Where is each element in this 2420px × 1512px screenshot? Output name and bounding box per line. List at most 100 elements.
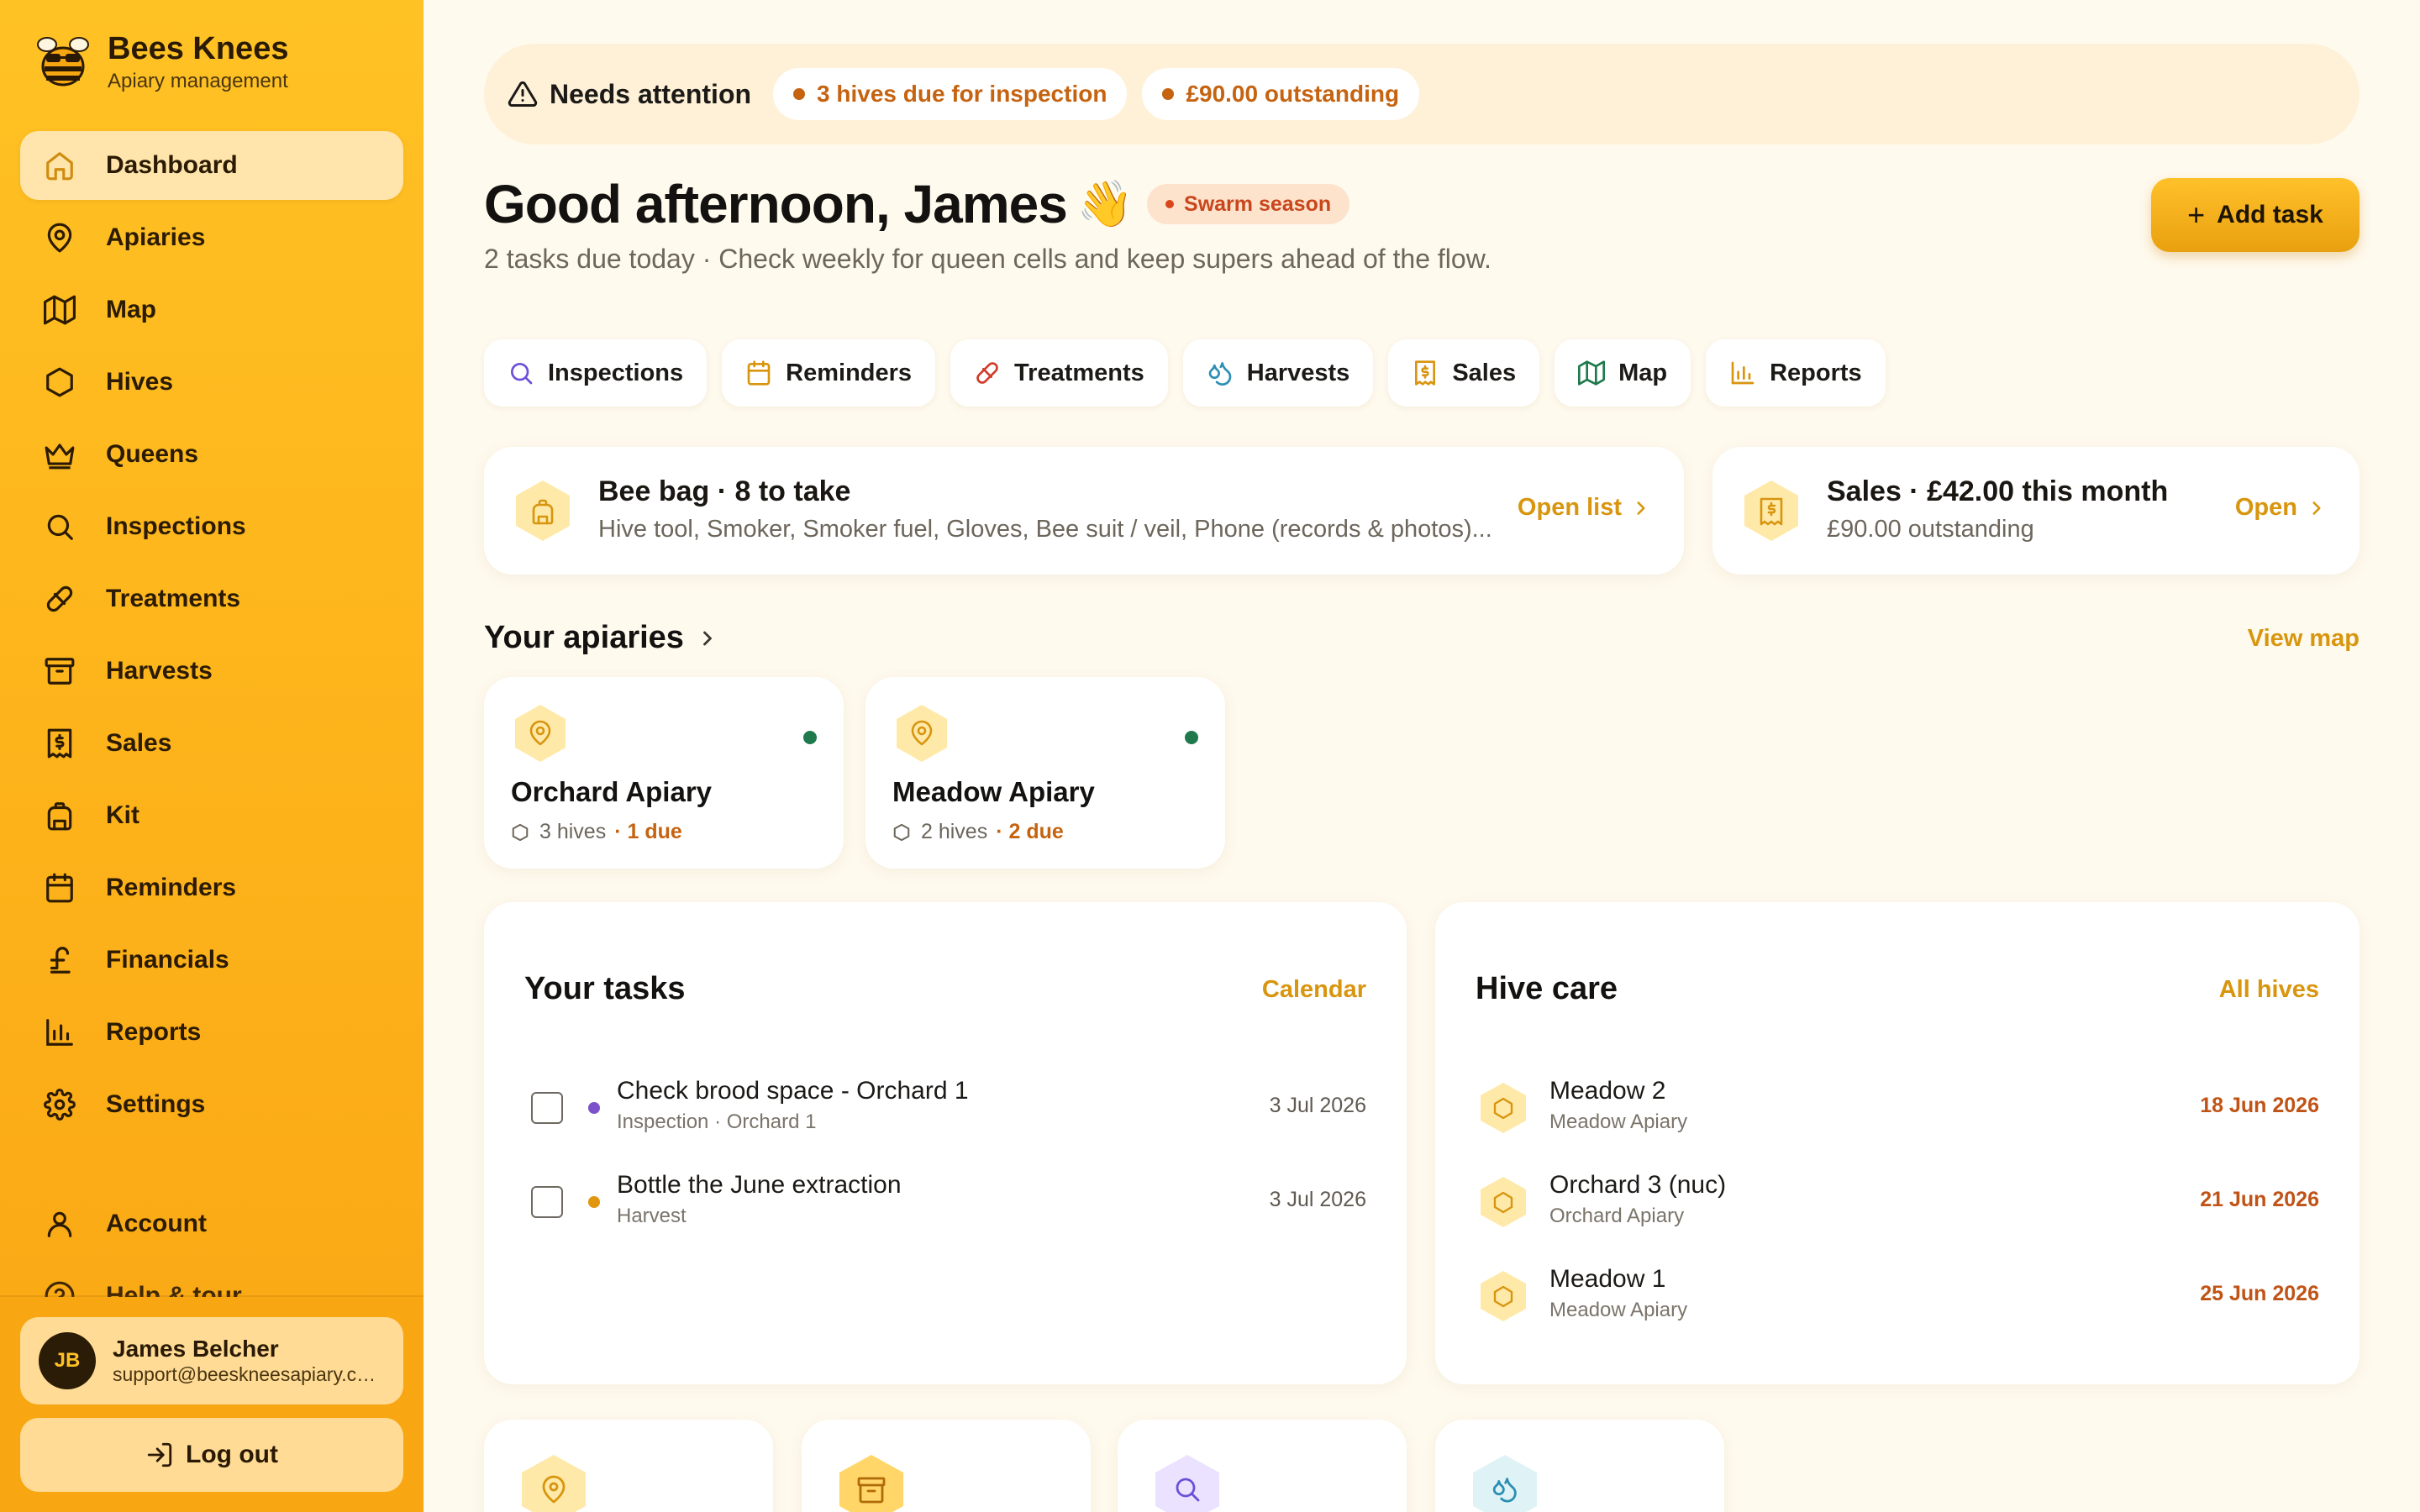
task-checkbox[interactable] — [531, 1186, 563, 1218]
search-icon — [508, 360, 534, 386]
open-sales-link[interactable]: Open — [2235, 494, 2328, 522]
sidebar-item-settings[interactable]: Settings — [20, 1070, 403, 1139]
crown-icon — [44, 438, 76, 470]
add-task-button[interactable]: + Add task — [2151, 178, 2360, 252]
log-out-icon — [145, 1441, 174, 1469]
sidebar-item-label: Apiaries — [106, 223, 206, 251]
attention-chip-label: £90.00 outstanding — [1186, 81, 1400, 107]
bar-chart-icon — [44, 1016, 76, 1048]
droplets-icon — [1207, 360, 1234, 386]
quick-action-treatments[interactable]: Treatments — [950, 339, 1168, 407]
backpack-icon — [44, 800, 76, 832]
map-icon — [44, 294, 76, 326]
quick-action-inspections[interactable]: Inspections — [484, 339, 708, 407]
sidebar-item-reports[interactable]: Reports — [20, 998, 403, 1067]
sidebar-item-apiaries[interactable]: Apiaries — [20, 203, 403, 272]
stat-card-harvests[interactable] — [802, 1420, 1091, 1512]
quick-actions: Inspections Reminders Treatments Harvest… — [484, 339, 1901, 407]
sidebar-item-label: Reminders — [106, 874, 237, 901]
user-card[interactable]: JB James Belcher support@beeskneesapiary… — [20, 1317, 403, 1404]
sidebar-item-financials[interactable]: Financials — [20, 926, 403, 995]
sidebar-item-label: Treatments — [106, 585, 241, 612]
sidebar-item-queens[interactable]: Queens — [20, 420, 403, 489]
sidebar-item-account[interactable]: Account — [20, 1189, 403, 1258]
sidebar-item-dashboard[interactable]: Dashboard — [20, 131, 403, 200]
season-badge-label: Swarm season — [1184, 192, 1332, 216]
search-icon — [44, 511, 76, 543]
calendar-link[interactable]: Calendar — [1262, 976, 1366, 1004]
bee-bag-card[interactable]: Bee bag · 8 to take Hive tool, Smoker, S… — [484, 447, 1684, 575]
hive-care-row[interactable]: Meadow 2 Meadow Apiary 18 Jun 2026 — [1476, 1070, 2319, 1146]
apiary-status-dot — [803, 731, 817, 744]
sidebar-item-label: Financials — [106, 946, 229, 974]
calendar-icon — [44, 872, 76, 904]
apiary-due-count: · 2 due — [996, 820, 1064, 843]
stat-card-apiaries[interactable] — [484, 1420, 773, 1512]
apiary-card-orchard[interactable]: Orchard Apiary 3 hives · 1 due — [484, 677, 844, 869]
hive-name: Meadow 1 — [1549, 1265, 1666, 1293]
map-pin-icon — [891, 702, 953, 764]
hive-apiary: Meadow Apiary — [1549, 1299, 1688, 1321]
task-category-dot — [588, 1196, 600, 1208]
bee-bag-items: Hive tool, Smoker, Smoker fuel, Gloves, … — [598, 516, 1492, 543]
view-map-link[interactable]: View map — [2248, 625, 2360, 653]
quick-action-sales[interactable]: Sales — [1388, 339, 1540, 407]
quick-action-map[interactable]: Map — [1555, 339, 1691, 407]
apiary-due-count: · 1 due — [614, 820, 682, 843]
sidebar-item-map[interactable]: Map — [20, 276, 403, 344]
wave-emoji: 👋 — [1076, 178, 1134, 229]
hive-care-row[interactable]: Orchard 3 (nuc) Orchard Apiary 21 Jun 20… — [1476, 1164, 2319, 1240]
task-subtitle: Inspection · Orchard 1 — [617, 1110, 817, 1133]
user-icon — [44, 1208, 76, 1240]
task-row[interactable]: Check brood space - Orchard 1 Inspection… — [524, 1070, 1366, 1146]
stat-card-inspections[interactable] — [1118, 1420, 1407, 1512]
quick-action-harvests[interactable]: Harvests — [1182, 339, 1374, 407]
sales-title: Sales · £42.00 this month — [1827, 475, 2169, 507]
task-checkbox[interactable] — [531, 1092, 563, 1124]
hive-name: Meadow 2 — [1549, 1077, 1666, 1105]
bar-chart-icon — [1729, 360, 1756, 386]
hive-care-row[interactable]: Meadow 1 Meadow Apiary 25 Jun 2026 — [1476, 1258, 2319, 1334]
sidebar-item-label: Kit — [106, 801, 139, 829]
task-category-dot — [588, 1102, 600, 1114]
sales-outstanding: £90.00 outstanding — [1827, 516, 2034, 543]
apiary-card-meadow[interactable]: Meadow Apiary 2 hives · 2 due — [865, 677, 1225, 869]
logout-button[interactable]: Log out — [20, 1418, 403, 1492]
quick-action-label: Reports — [1770, 359, 1862, 386]
sidebar-item-treatments[interactable]: Treatments — [20, 564, 403, 633]
hive-apiary: Orchard Apiary — [1549, 1205, 1685, 1227]
hexagon-icon — [44, 366, 76, 398]
task-title: Bottle the June extraction — [617, 1171, 902, 1199]
open-list-link[interactable]: Open list — [1518, 494, 1652, 522]
attention-chip-outstanding[interactable]: £90.00 outstanding — [1142, 68, 1420, 120]
archive-box-icon — [834, 1452, 909, 1512]
apiaries-title: Your apiaries — [484, 620, 684, 655]
apiary-status-dot — [1185, 731, 1198, 744]
archive-box-icon — [44, 655, 76, 687]
bee-logo-icon — [34, 33, 92, 92]
calendar-icon — [745, 360, 772, 386]
apiary-hive-count: 3 hives — [539, 820, 607, 843]
attention-chip-inspections[interactable]: 3 hives due for inspection — [773, 68, 1128, 120]
pound-sign-icon — [44, 944, 76, 976]
sales-card[interactable]: Sales · £42.00 this month £90.00 outstan… — [1712, 447, 2360, 575]
sidebar-item-harvests[interactable]: Harvests — [20, 637, 403, 706]
sidebar-item-inspections[interactable]: Inspections — [20, 492, 403, 561]
quick-action-label: Map — [1618, 359, 1668, 386]
sidebar-item-kit[interactable]: Kit — [20, 781, 403, 850]
map-pin-icon — [509, 702, 571, 764]
brand[interactable]: Bees Knees Apiary management — [34, 30, 288, 94]
hive-name: Orchard 3 (nuc) — [1549, 1171, 1727, 1199]
apiaries-section-title[interactable]: Your apiaries — [484, 620, 719, 656]
stat-card-harvest-drops[interactable] — [1435, 1420, 1724, 1512]
task-row[interactable]: Bottle the June extraction Harvest 3 Jul… — [524, 1164, 1366, 1240]
quick-action-reports[interactable]: Reports — [1706, 339, 1886, 407]
sidebar-item-label: Harvests — [106, 657, 213, 685]
receipt-icon — [1738, 477, 1805, 544]
sidebar-item-hives[interactable]: Hives — [20, 348, 403, 417]
sidebar-item-sales[interactable]: Sales — [20, 709, 403, 778]
all-hives-link[interactable]: All hives — [2219, 976, 2319, 1004]
sidebar-item-reminders[interactable]: Reminders — [20, 853, 403, 922]
sidebar: Bees Knees Apiary management Dashboard A… — [0, 0, 424, 1512]
quick-action-reminders[interactable]: Reminders — [722, 339, 936, 407]
